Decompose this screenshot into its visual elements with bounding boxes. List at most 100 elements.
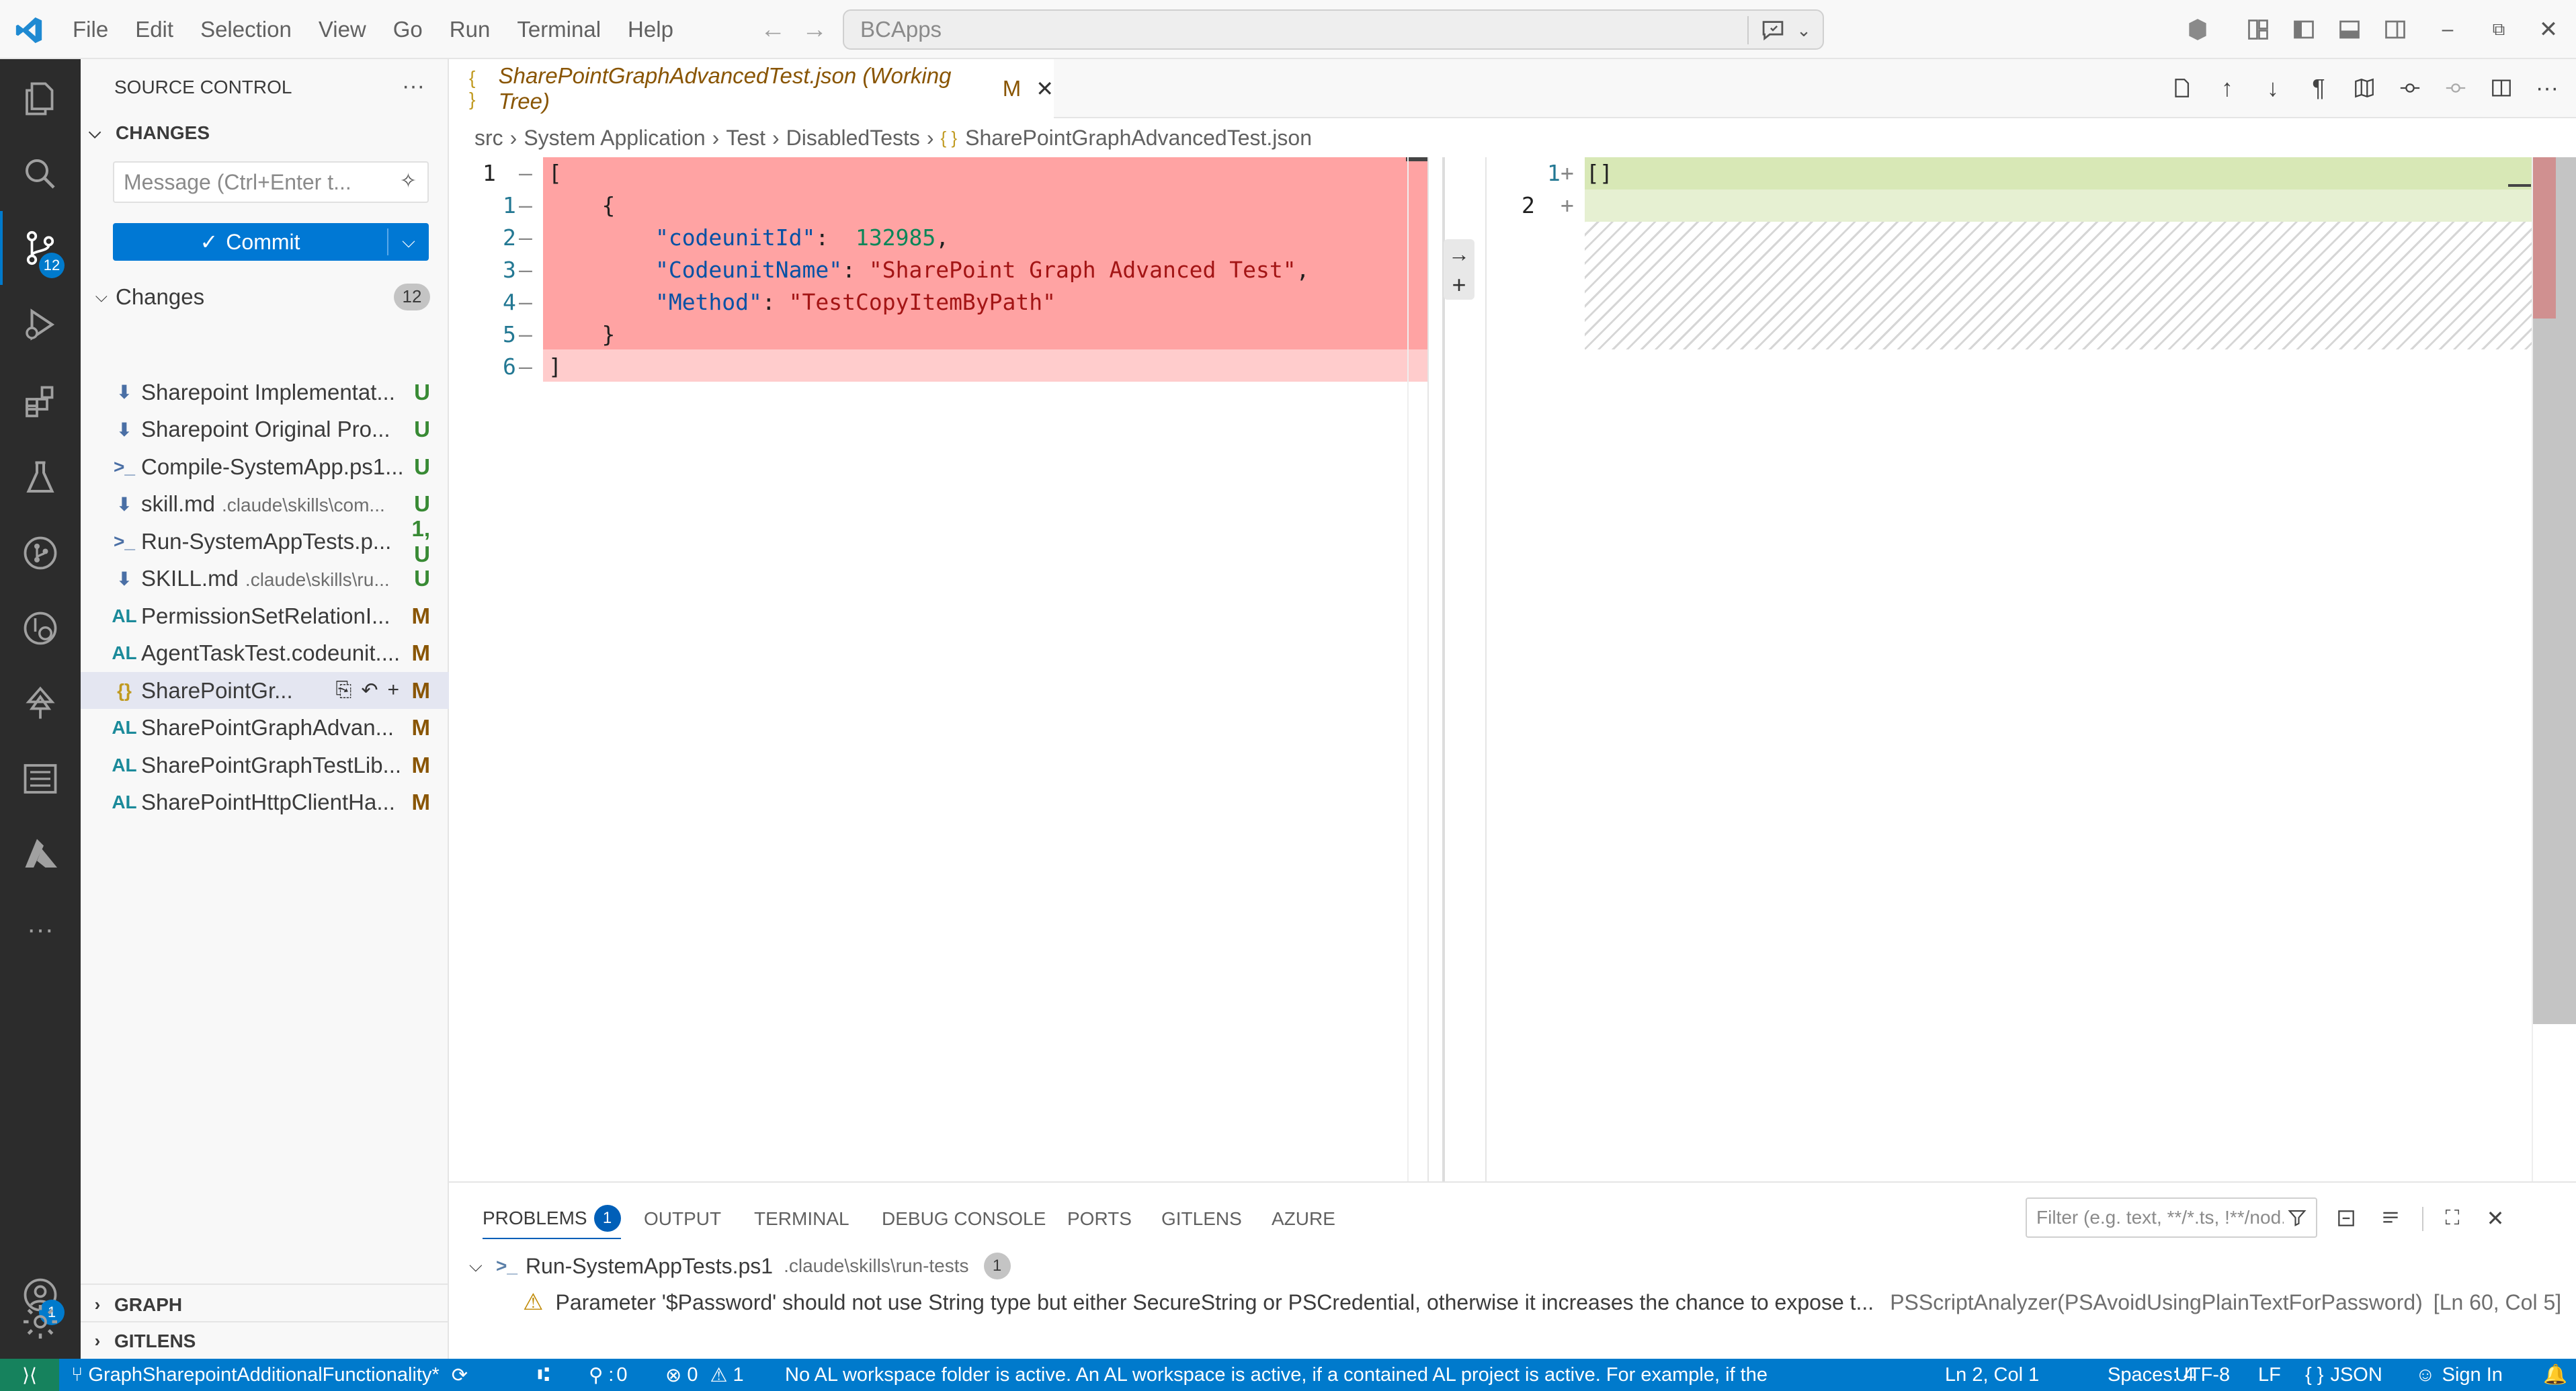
changed-file-item[interactable]: ⬇ Sharepoint Original Pro... U (81, 411, 449, 448)
more-views-icon[interactable]: ··· (0, 892, 81, 966)
search-icon[interactable] (0, 137, 81, 211)
next-change-icon[interactable]: ↓ (2257, 73, 2288, 103)
changed-file-item[interactable]: ⬇ Sharepoint Implementat... U (81, 374, 449, 411)
encoding[interactable]: UTF-8 (2175, 1359, 2230, 1391)
more-actions-icon[interactable]: ··· (397, 73, 430, 99)
run-debug-icon[interactable] (0, 288, 81, 362)
changed-file-item[interactable]: AL AgentTaskTest.codeunit.... M (81, 635, 449, 672)
close-window-icon[interactable]: ✕ (2534, 15, 2563, 44)
source-control-icon[interactable]: 12 (0, 211, 81, 285)
breadcrumb-test[interactable]: Test (726, 126, 765, 151)
sign-in[interactable]: ☺ Sign In (2415, 1359, 2503, 1391)
open-file-icon[interactable] (2166, 73, 2197, 103)
al-explorer-icon[interactable] (0, 742, 81, 816)
gitlens-section-header[interactable]: › GITLENS (81, 1322, 449, 1359)
previous-change-icon[interactable]: ↑ (2212, 73, 2243, 103)
changed-file-item[interactable]: >_ Compile-SystemApp.ps1... U (81, 448, 449, 485)
back-arrow-icon[interactable]: ← (759, 15, 786, 44)
copilot-icon[interactable] (2183, 15, 2212, 44)
collapse-all-icon[interactable] (2331, 1203, 2362, 1234)
git-graph-status-icon[interactable]: ⑆ (538, 1359, 549, 1391)
tree-view-icon[interactable] (0, 667, 81, 741)
problem-item[interactable]: ⚠ Parameter '$Password' should not use S… (523, 1283, 2566, 1321)
changed-file-item[interactable]: AL SharePointGraphAdvan... M (81, 710, 449, 747)
tab-terminal[interactable]: TERMINAL (754, 1199, 849, 1239)
changed-file-item[interactable]: ⬇ SKILL.md .claude\skills\ru... U (81, 560, 449, 597)
branch-indicator[interactable]: ⑂ GraphSharepointAdditionalFunctionality… (71, 1359, 468, 1391)
breadcrumb-system-application[interactable]: System Application (524, 126, 705, 151)
tab-ports[interactable]: PORTS (1067, 1199, 1132, 1239)
remote-indicator-icon[interactable]: ⟩⟨ (0, 1359, 59, 1391)
diff-original-pane[interactable]: 1—[1— {2— "codeunitId": 132985, 3— "Codeu… (449, 157, 1427, 1181)
problems-indicator[interactable]: ⊗ 0 ⚠ 1 (665, 1359, 744, 1391)
commit-graph-icon[interactable] (2440, 73, 2471, 103)
sparkle-icon[interactable]: ✧ (400, 169, 417, 193)
command-center-search[interactable]: BCApps ⌄ (843, 9, 1824, 50)
tab-debug-console[interactable]: DEBUG CONSOLE (882, 1199, 1046, 1239)
manage-gear-icon[interactable] (0, 1305, 81, 1359)
commit-message-input[interactable]: Message (Ctrl+Enter t... ✧ (113, 161, 429, 203)
menu-run[interactable]: Run (450, 17, 491, 42)
azure-icon[interactable] (0, 817, 81, 891)
changed-file-item[interactable]: AL SharePointHttpClientHa... M (81, 784, 449, 821)
stage-changes-icon[interactable]: + (387, 679, 399, 702)
commit-dropdown-icon[interactable]: ⌵ (388, 231, 429, 253)
code-line[interactable]: [ (548, 160, 562, 186)
code-line[interactable]: "Method": "TestCopyItemByPath" (548, 289, 1056, 315)
menu-edit[interactable]: Edit (135, 17, 173, 42)
code-line[interactable]: { (548, 192, 615, 218)
changed-file-item[interactable]: AL PermissionSetRelationI... M (81, 597, 449, 634)
extensions-icon[interactable] (0, 366, 81, 439)
language-mode[interactable]: { } JSON (2305, 1359, 2382, 1391)
changed-file-item[interactable]: >_ Run-SystemAppTests.p... 1, U (81, 516, 449, 566)
menu-selection[interactable]: Selection (200, 17, 292, 42)
breadcrumb-file[interactable]: SharePointGraphAdvancedTest.json (965, 126, 1312, 151)
code-line[interactable]: ] (548, 353, 562, 380)
chevron-down-icon[interactable]: ⌄ (1792, 15, 1816, 46)
changed-file-item[interactable]: AL SharePointGraphTestLib... M (81, 747, 449, 784)
code-line[interactable]: "CodeunitName": "SharePoint Graph Advanc… (548, 257, 1310, 283)
split-editor-icon[interactable] (2486, 73, 2517, 103)
whitespace-icon[interactable]: ¶ (2303, 73, 2334, 103)
graph-section-header[interactable]: › GRAPH (81, 1286, 449, 1323)
more-actions-icon[interactable]: ··· (2532, 73, 2563, 103)
explorer-icon[interactable] (0, 62, 81, 136)
menu-view[interactable]: View (319, 17, 366, 42)
tab-problems[interactable]: PROBLEMS 1 (483, 1199, 621, 1239)
problems-filter-input[interactable]: Filter (e.g. text, **/*.ts, !**/nod... (2026, 1197, 2317, 1238)
testing-icon[interactable] (0, 441, 81, 515)
gitlens-inspect-icon[interactable] (0, 591, 81, 665)
notifications-icon[interactable]: 🔔 (2543, 1359, 2567, 1391)
maximize-panel-icon[interactable]: ⛶ (2437, 1203, 2468, 1234)
code-line[interactable]: [] (1586, 160, 1613, 186)
close-tab-icon[interactable]: ✕ (1036, 76, 1054, 101)
menu-go[interactable]: Go (393, 17, 423, 42)
breadcrumb-src[interactable]: src (474, 126, 503, 151)
code-line[interactable]: } (548, 321, 615, 347)
diff-modified-pane[interactable]: 1 + [] 2 + (1487, 157, 2576, 1181)
git-graph-icon[interactable] (0, 516, 81, 590)
problem-file-row[interactable]: ⌵ >_ Run-SystemAppTests.ps1 .claude\skil… (469, 1247, 1011, 1285)
tab-azure[interactable]: AZURE (1272, 1199, 1335, 1239)
toggle-secondary-sidebar-icon[interactable] (2380, 15, 2410, 44)
compare-icon[interactable] (2395, 73, 2425, 103)
minimize-icon[interactable]: – (2433, 15, 2462, 44)
discard-changes-icon[interactable]: ↶ (361, 679, 378, 702)
editor-tab-active[interactable]: { } SharePointGraphAdvancedTest.json (Wo… (449, 59, 1054, 118)
restore-icon[interactable]: ⧉ (2484, 15, 2513, 44)
open-file-icon[interactable]: ⎘ (335, 679, 351, 702)
map-icon[interactable] (2349, 73, 2380, 103)
commit-button[interactable]: ✓ Commit ⌵ (113, 223, 429, 261)
al-status-message[interactable]: No AL workspace folder is active. An AL … (785, 1359, 1914, 1391)
revert-arrow-icon[interactable]: → (1444, 239, 1474, 269)
view-as-tree-icon[interactable] (2375, 1203, 2406, 1234)
changes-section-header[interactable]: ⌵ CHANGES (89, 122, 210, 144)
code-line[interactable]: "codeunitId": 132985, (548, 224, 949, 251)
stage-plus-icon[interactable]: + (1444, 269, 1474, 300)
menu-help[interactable]: Help (628, 17, 673, 42)
chat-icon[interactable] (1757, 15, 1789, 46)
layout-customize-icon[interactable] (2243, 15, 2273, 44)
ports-indicator[interactable]: ⚲ :0 (589, 1359, 627, 1391)
sync-icon[interactable]: ⟳ (452, 1363, 468, 1387)
menu-file[interactable]: File (73, 17, 108, 42)
